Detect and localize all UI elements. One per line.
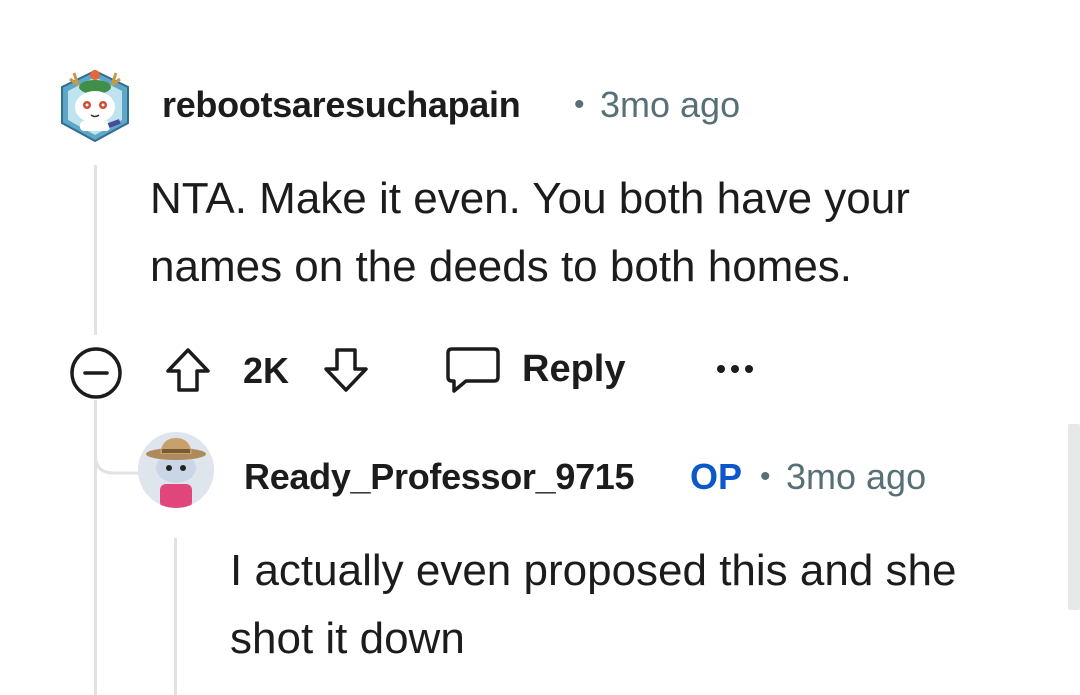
thread-line-reply — [174, 538, 177, 695]
comment-body-line-2: names on the deeds to both homes. — [150, 242, 853, 291]
speech-bubble-icon — [446, 347, 500, 393]
collapse-button[interactable] — [68, 345, 124, 401]
thread-line-main — [94, 165, 97, 335]
op-badge: OP — [690, 456, 743, 497]
arrow-down-icon — [324, 348, 368, 392]
reply-avatar[interactable] — [138, 432, 214, 508]
minus-circle-icon — [70, 347, 122, 399]
comment-username[interactable]: rebootsaresuchapain — [162, 84, 521, 126]
ellipsis-icon — [717, 365, 753, 373]
arrow-up-icon — [166, 348, 210, 392]
avatar[interactable] — [58, 65, 132, 143]
downvote-button[interactable] — [318, 342, 374, 398]
scrollbar[interactable] — [1068, 424, 1080, 610]
reply-timestamp: 3mo ago — [786, 456, 927, 497]
meta-separator: • — [574, 88, 585, 121]
meta-separator: • — [760, 460, 771, 493]
user-avatar-icon — [61, 69, 129, 143]
reply-username[interactable]: Ready_Professor_9715 — [244, 456, 635, 498]
reply-label[interactable]: Reply — [522, 348, 625, 391]
more-options-button[interactable] — [708, 352, 762, 386]
comment-body-line-1: NTA. Make it even. You both have your — [150, 174, 910, 223]
reply-body-line-1: I actually even proposed this and she — [230, 546, 957, 595]
upvote-button[interactable] — [160, 342, 216, 398]
reply-body-line-2: shot it down — [230, 614, 465, 663]
comment-timestamp: 3mo ago — [600, 84, 741, 125]
user-avatar-icon — [146, 438, 206, 508]
vote-count: 2K — [243, 350, 290, 391]
